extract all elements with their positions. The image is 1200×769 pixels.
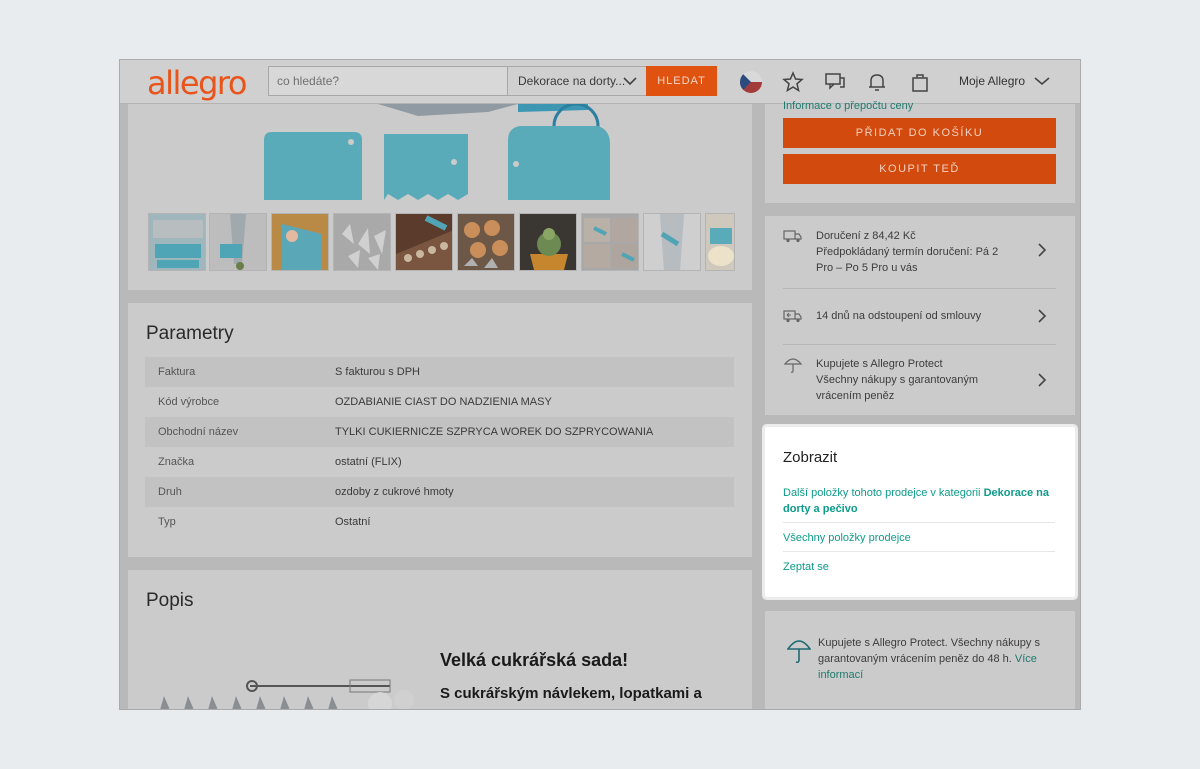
show-more-panel: Zobrazit Další položky tohoto prodejce v… — [765, 427, 1075, 597]
param-value: ozdoby z cukrové hmoty — [335, 486, 454, 498]
param-value: OZDABIANIE CIAST DO NADZIENIA MASY — [335, 396, 552, 408]
search-button[interactable]: HLEDAT — [646, 66, 717, 96]
divider — [783, 522, 1055, 523]
thumbnail[interactable] — [148, 213, 206, 271]
umbrella-icon — [787, 640, 811, 664]
star-icon[interactable] — [781, 70, 805, 94]
chevron-right-icon — [1038, 309, 1047, 323]
param-value: ostatní (FLIX) — [335, 456, 402, 468]
description-title: Popis — [146, 590, 194, 611]
shopping-bag-icon[interactable] — [908, 70, 932, 94]
bell-icon[interactable] — [865, 70, 889, 94]
delivery-estimate: Předpokládaný termín doručení: Pá 2 — [816, 246, 999, 258]
seller-category-link[interactable]: Další položky tohoto prodejce v kategori… — [783, 485, 1058, 517]
protect-title: Kupujete s Allegro Protect — [816, 358, 943, 370]
protect-desc: Všechny nákupy s garantovaným — [816, 374, 979, 386]
description-heading: Velká cukrářská sada! — [440, 650, 629, 670]
search-input[interactable]: co hledáte? — [268, 66, 508, 96]
description-text: S cukrářským návlekem, lopatkami a — [440, 685, 702, 702]
returns-text: 14 dnů na odstoupení od smlouvy — [816, 310, 982, 322]
param-value: TYLKI CUKIERNICZE SZPRYCA WOREK DO SZPRY… — [335, 426, 654, 438]
messages-icon[interactable] — [823, 70, 847, 94]
parameters-table: Faktura S fakturou s DPH Kód výrobce OZDAB… — [145, 357, 734, 537]
param-key: Druh — [158, 486, 182, 498]
param-key: Kód výrobce — [158, 396, 220, 408]
show-more-title: Zobrazit — [783, 449, 838, 466]
param-key: Obchodní název — [158, 426, 239, 438]
thumbnail[interactable] — [209, 213, 267, 271]
table-row: Značka ostatní (FLIX) — [145, 447, 734, 477]
table-row: Faktura S fakturou s DPH — [145, 357, 734, 387]
thumbnail[interactable] — [457, 213, 515, 271]
param-key: Značka — [158, 456, 195, 468]
allegro-logo[interactable]: allegro — [147, 64, 247, 102]
param-key: Faktura — [158, 366, 196, 378]
protect-banner-text: Kupujete s Allegro Protect. Všechny náku… — [818, 637, 1040, 665]
divider — [783, 551, 1055, 552]
description-image — [160, 679, 414, 709]
table-row: Obchodní název TYLKI CUKIERNICZE SZPRYCA … — [145, 417, 734, 447]
main-product-image[interactable] — [258, 104, 638, 214]
table-row: Kód výrobce OZDABIANIE CIAST DO NADZIENIA… — [145, 387, 734, 417]
thumbnail[interactable] — [395, 213, 453, 271]
czech-flag-icon[interactable] — [739, 70, 763, 94]
return-truck-icon — [783, 310, 802, 323]
param-value: Ostatní — [335, 516, 371, 528]
add-to-cart-button[interactable]: PŘIDAT DO KOŠÍKU — [783, 118, 1056, 148]
all-seller-items-link[interactable]: Všechny položky prodejce — [783, 530, 1058, 546]
chevron-right-icon — [1038, 243, 1047, 257]
seller-category-link-text: Další položky tohoto prodejce v kategori… — [783, 487, 984, 499]
delivery-estimate-dates: Pro – Po 5 Pro u vás — [816, 262, 918, 274]
chevron-down-icon[interactable] — [1030, 69, 1054, 93]
price-info-link[interactable]: Informace o přepočtu ceny — [783, 100, 913, 112]
divider — [783, 344, 1056, 345]
category-select-label: Dekorace na dorty... — [518, 74, 626, 88]
my-allegro-menu[interactable]: Moje Allegro — [959, 74, 1025, 88]
chevron-right-icon — [1038, 373, 1047, 387]
top-header: allegro co hledáte? Dekorace na dorty...… — [120, 60, 1080, 104]
parameters-title: Parametry — [146, 323, 234, 344]
ask-seller-link[interactable]: Zeptat se — [783, 559, 1058, 575]
browser-viewport: allegro co hledáte? Dekorace na dorty...… — [119, 59, 1081, 710]
param-value: S fakturou s DPH — [335, 366, 420, 378]
table-row: Typ Ostatní — [145, 507, 734, 537]
delivery-row[interactable]: Doručení z 84,42 Kč Předpokládaný termín… — [783, 228, 1056, 276]
thumbnail[interactable] — [519, 213, 577, 271]
thumbnail[interactable] — [271, 213, 329, 271]
buy-now-button[interactable]: KOUPIT TEĎ — [783, 154, 1056, 184]
thumbnail[interactable] — [643, 213, 701, 271]
thumbnail[interactable] — [581, 213, 639, 271]
chevron-down-icon — [623, 77, 637, 86]
delivery-price: Doručení z 84,42 Kč — [816, 230, 916, 242]
umbrella-icon — [783, 358, 803, 373]
table-row: Druh ozdoby z cukrové hmoty — [145, 477, 734, 507]
thumbnail[interactable] — [705, 213, 735, 271]
divider — [783, 288, 1056, 289]
returns-row[interactable]: 14 dnů na odstoupení od smlouvy — [783, 308, 1056, 328]
thumbnail[interactable] — [333, 213, 391, 271]
protect-desc-2: vrácením peněz — [816, 390, 895, 402]
category-select[interactable]: Dekorace na dorty... — [507, 66, 647, 96]
protect-banner: Kupujete s Allegro Protect. Všechny náku… — [765, 611, 1075, 709]
param-key: Typ — [158, 516, 176, 528]
truck-icon — [783, 230, 802, 243]
protect-row[interactable]: Kupujete s Allegro Protect Všechny nákup… — [783, 356, 1056, 404]
